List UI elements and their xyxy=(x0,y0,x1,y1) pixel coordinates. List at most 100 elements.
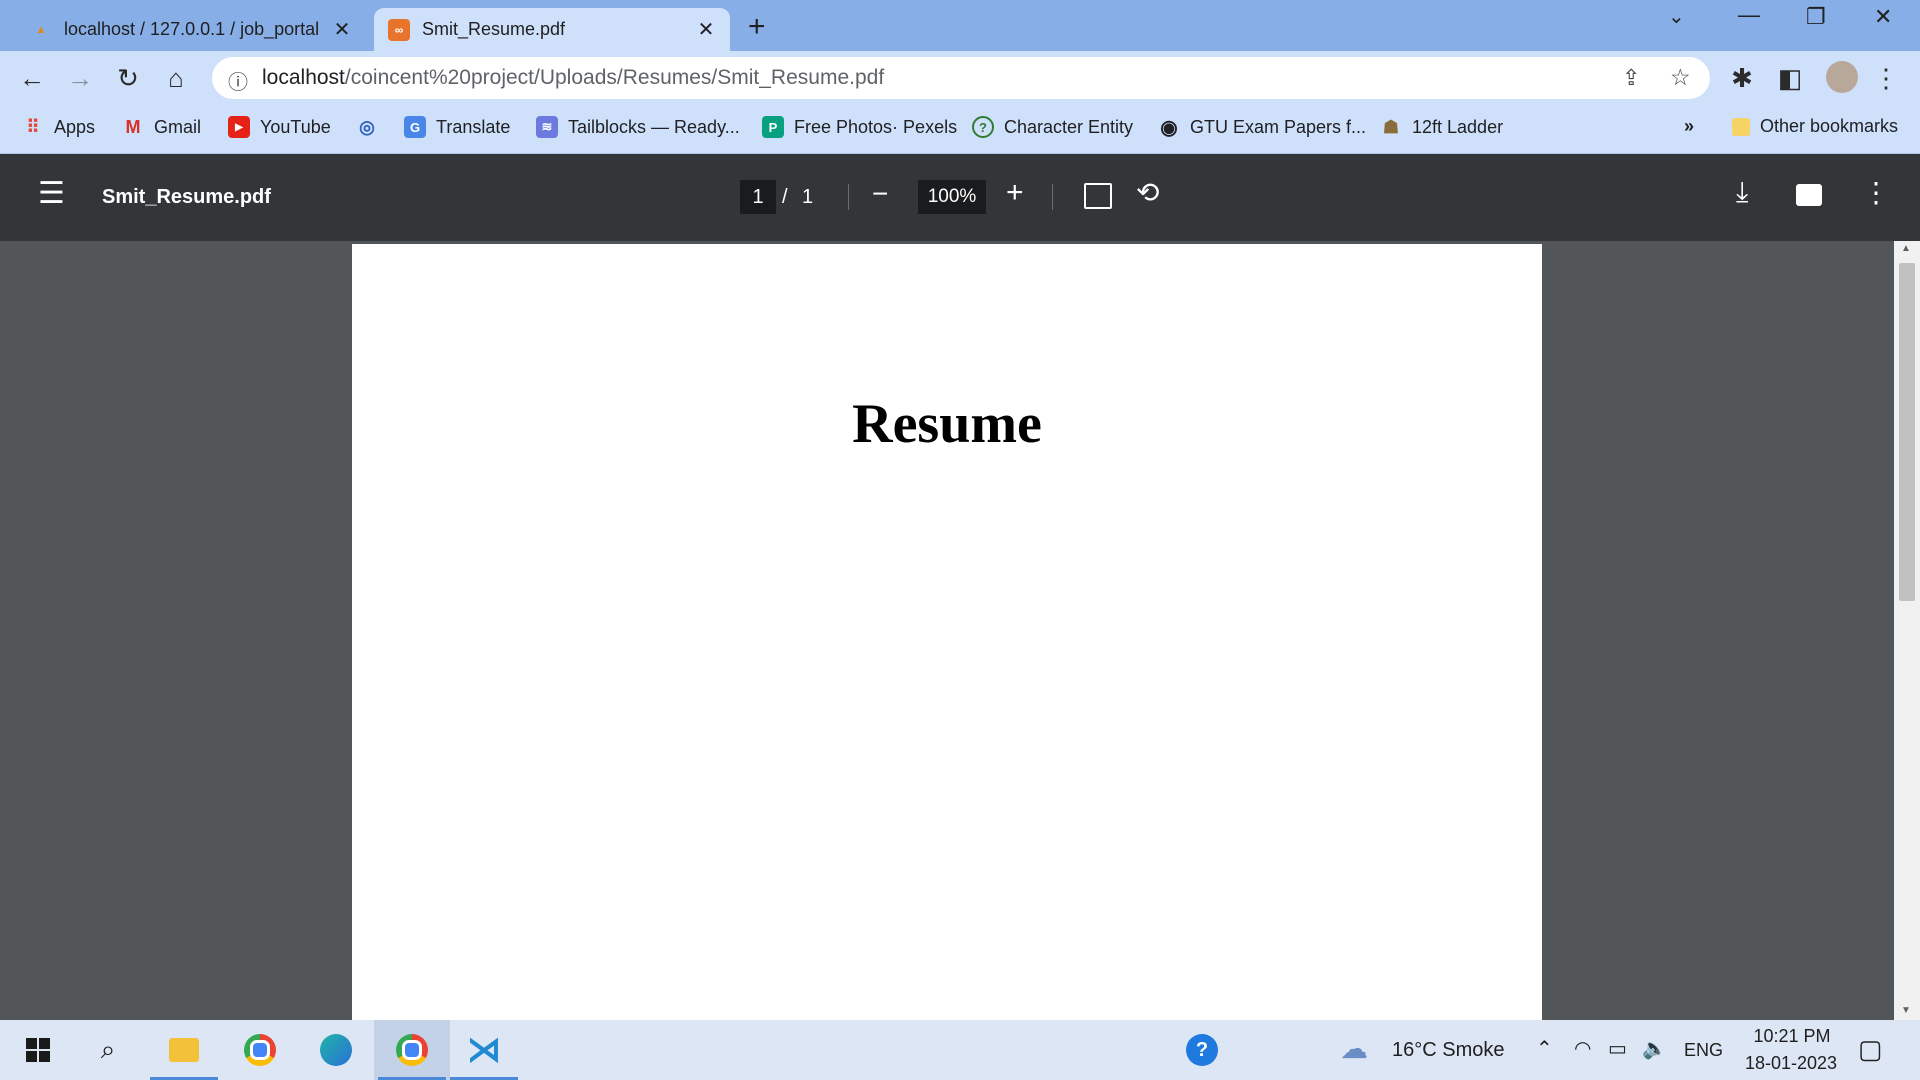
help-icon[interactable]: ? xyxy=(1186,1034,1218,1066)
tab-title: Smit_Resume.pdf xyxy=(422,19,566,39)
home-button[interactable]: ⌂ xyxy=(160,63,192,94)
close-window-button[interactable]: ✕ xyxy=(1874,4,1892,30)
fit-to-page-icon[interactable] xyxy=(1084,183,1112,209)
ladder-icon: ☗ xyxy=(1382,116,1400,137)
avatar[interactable] xyxy=(1826,61,1858,93)
search-icon[interactable]: ⌕ xyxy=(70,1020,146,1080)
bookmark-pexels[interactable]: P Free Photos· Pexels xyxy=(762,116,957,138)
bookmarks-bar: ⠿ Apps M Gmail ▶ YouTube ◎ G Translate ≋… xyxy=(0,106,1920,154)
more-actions-icon[interactable]: ⋮ xyxy=(1862,176,1890,209)
menu-icon[interactable]: ⋮ xyxy=(1870,63,1902,94)
volume-icon[interactable]: 🔈 xyxy=(1642,1036,1667,1061)
restore-button[interactable]: ❐ xyxy=(1806,4,1826,30)
language-indicator[interactable]: ENG xyxy=(1684,1040,1723,1061)
tab-search-icon[interactable]: ⌄ xyxy=(1668,4,1685,29)
help-circle-icon: ? xyxy=(972,116,994,138)
windows-logo-icon xyxy=(26,1038,50,1062)
bookmark-youtube[interactable]: ▶ YouTube xyxy=(228,116,331,138)
sidebar-menu-icon[interactable]: ☰ xyxy=(38,176,65,211)
bookmark-label: YouTube xyxy=(260,116,331,137)
browser-toolbar: ← → ↻ ⌂ ⓘ localhost/coincent%20project/U… xyxy=(0,51,1920,106)
url-text[interactable]: localhost/coincent%20project/Uploads/Res… xyxy=(262,66,884,90)
url-host: localhost xyxy=(262,66,345,89)
bookmark-gmail[interactable]: M Gmail xyxy=(122,116,202,138)
edge-icon xyxy=(320,1034,352,1066)
extensions-icon[interactable]: ✱ xyxy=(1726,63,1758,94)
share-icon[interactable]: ⇪ xyxy=(1622,65,1640,91)
gmail-icon: M xyxy=(125,116,141,137)
pdf-filename: Smit_Resume.pdf xyxy=(102,186,271,208)
pdf-toolbar: ☰ Smit_Resume.pdf 1 / 1 − 100% + ⟲ ⤓ ⋮ xyxy=(0,154,1920,241)
close-tab-icon[interactable]: ✕ xyxy=(696,17,716,42)
chrome-button[interactable] xyxy=(222,1020,298,1080)
pdf-page: Resume xyxy=(352,244,1542,1020)
new-tab-button[interactable]: + xyxy=(748,10,766,44)
scrollbar-thumb[interactable] xyxy=(1899,263,1915,601)
scrollbar[interactable]: ▲ ▼ xyxy=(1894,241,1920,1020)
folder-icon xyxy=(1732,117,1750,136)
notifications-icon[interactable]: ▢ xyxy=(1858,1034,1883,1065)
scroll-up-arrow-icon[interactable]: ▲ xyxy=(1901,243,1911,254)
page-number-input[interactable]: 1 xyxy=(740,180,776,214)
close-tab-icon[interactable]: ✕ xyxy=(332,17,352,42)
tab-title: localhost / 127.0.0.1 / job_portal xyxy=(64,19,320,39)
site-info-icon[interactable]: ⓘ xyxy=(228,66,248,95)
chrome-profile-icon xyxy=(396,1034,428,1066)
bookmark-label: Tailblocks — Ready... xyxy=(568,116,740,137)
vscode-button[interactable]: ⋊ xyxy=(446,1020,522,1080)
scroll-down-arrow-icon[interactable]: ▼ xyxy=(1901,1005,1911,1016)
print-icon[interactable] xyxy=(1796,184,1822,206)
bookmark-translate[interactable]: G Translate xyxy=(404,116,510,138)
weather-text[interactable]: 16°C Smoke xyxy=(1392,1039,1505,1062)
bookmark-star-icon[interactable]: ☆ xyxy=(1670,64,1691,91)
youtube-icon: ▶ xyxy=(228,116,250,138)
edge-like-icon: ◎ xyxy=(359,116,375,137)
back-button[interactable]: ← xyxy=(16,63,48,94)
edge-button[interactable] xyxy=(298,1020,374,1080)
bookmark-unnamed[interactable]: ◎ xyxy=(356,116,388,138)
address-bar[interactable]: ⓘ localhost/coincent%20project/Uploads/R… xyxy=(212,57,1710,99)
phpmyadmin-icon: ▲ xyxy=(35,23,47,36)
start-button[interactable] xyxy=(0,1020,76,1080)
bookmark-label: GTU Exam Papers f... xyxy=(1190,116,1367,137)
bookmark-label: Character Entity xyxy=(1004,116,1134,137)
bookmark-gtu[interactable]: ◉ GTU Exam Papers f... xyxy=(1158,116,1367,139)
bookmark-12ft-ladder[interactable]: ☗ 12ft Ladder xyxy=(1380,116,1503,138)
other-bookmarks[interactable]: Other bookmarks xyxy=(1732,116,1898,137)
vscode-icon: ⋊ xyxy=(467,1031,501,1069)
tab-strip: ▲ localhost / 127.0.0.1 / job_portal ✕ ∞… xyxy=(0,0,1920,51)
weather-icon[interactable]: ☁ xyxy=(1340,1032,1368,1065)
pexels-icon: P xyxy=(762,116,784,138)
side-panel-icon[interactable]: ◧ xyxy=(1774,63,1806,94)
zoom-in-icon[interactable]: + xyxy=(1006,176,1024,210)
rotate-icon[interactable]: ⟲ xyxy=(1136,176,1159,209)
clock-time[interactable]: 10:21 PM xyxy=(1744,1026,1840,1047)
chrome-icon xyxy=(244,1034,276,1066)
tailblocks-icon: ≋ xyxy=(536,116,558,138)
tab-phpmyadmin[interactable]: ▲ localhost / 127.0.0.1 / job_portal ✕ xyxy=(14,8,366,51)
chrome-active-button[interactable] xyxy=(374,1020,450,1080)
bookmark-character-entity[interactable]: ? Character Entity xyxy=(972,116,1133,138)
windows-taskbar: ⌕ ⋊ ? ☁ 16°C Smoke ⌃ ◠ ▭ 🔈 ENG 10:21 PM … xyxy=(0,1020,1920,1080)
zoom-out-icon[interactable]: − xyxy=(872,178,888,210)
bookmark-label: Translate xyxy=(436,116,511,137)
reload-button[interactable]: ↻ xyxy=(112,63,144,94)
globe-icon: ◉ xyxy=(1160,116,1178,139)
clock-date[interactable]: 18-01-2023 xyxy=(1736,1053,1846,1074)
battery-icon[interactable]: ▭ xyxy=(1608,1036,1627,1061)
tab-smit-resume[interactable]: ∞ Smit_Resume.pdf ✕ xyxy=(374,8,730,51)
file-explorer-button[interactable] xyxy=(146,1020,222,1080)
show-hidden-icons-icon[interactable]: ⌃ xyxy=(1536,1036,1553,1061)
translate-icon: G xyxy=(404,116,426,138)
forward-button[interactable]: → xyxy=(64,63,96,94)
minimize-button[interactable]: — xyxy=(1738,2,1760,28)
bookmark-apps[interactable]: ⠿ Apps xyxy=(22,116,95,138)
bookmarks-overflow-button[interactable]: » xyxy=(1684,116,1694,137)
wifi-icon[interactable]: ◠ xyxy=(1574,1036,1591,1061)
page-separator: / xyxy=(782,186,788,208)
bookmark-label: Free Photos· Pexels xyxy=(794,116,958,137)
bookmark-tailblocks[interactable]: ≋ Tailblocks — Ready... xyxy=(536,116,740,138)
bookmark-label: Gmail xyxy=(154,116,202,137)
download-icon[interactable]: ⤓ xyxy=(1736,176,1748,209)
zoom-level-input[interactable]: 100% xyxy=(918,180,986,214)
